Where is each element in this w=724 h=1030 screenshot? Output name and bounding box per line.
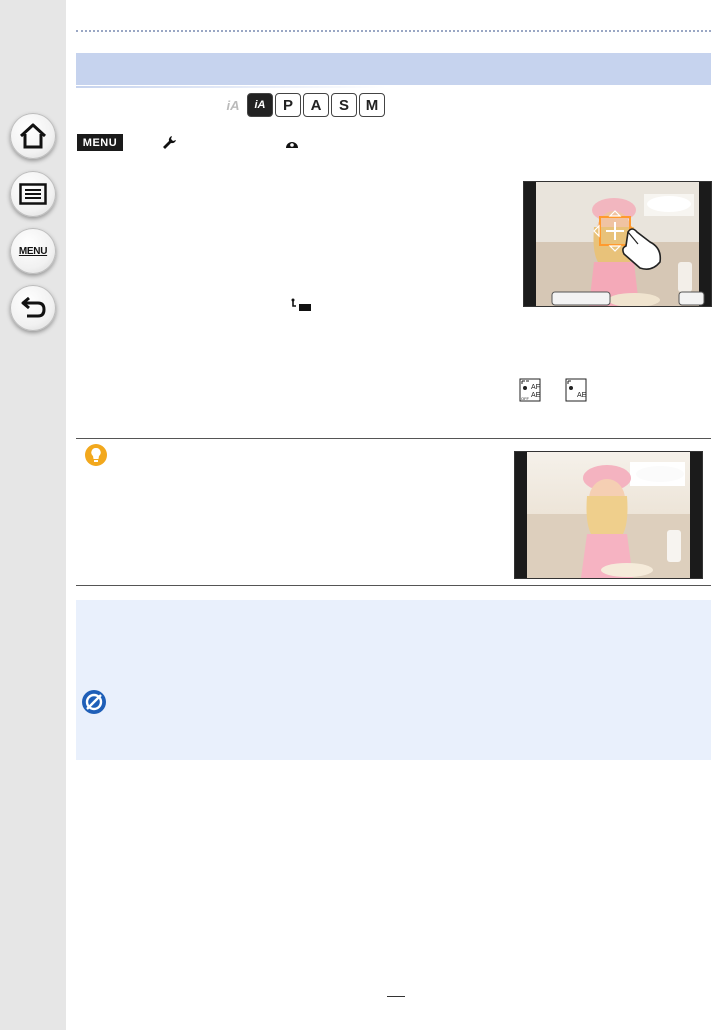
- home-button[interactable]: [10, 113, 56, 159]
- touch-ae-icon: [291, 298, 311, 311]
- touch-af-ae-icon: AF AE OFF: [519, 378, 541, 402]
- list-icon: [19, 183, 47, 205]
- not-available-icon: [82, 690, 106, 714]
- menu-badge: MENU: [77, 134, 123, 151]
- dome-icon: [286, 142, 298, 148]
- manual-mode-icon: M: [359, 93, 385, 117]
- af-label: AF: [531, 384, 540, 391]
- heading-underline: [76, 86, 386, 88]
- off-label: OFF: [521, 396, 530, 401]
- tip-top-rule: [76, 438, 711, 439]
- tip-bottom-rule: [76, 585, 711, 586]
- back-button[interactable]: [10, 285, 56, 331]
- program-mode-icon: P: [275, 93, 301, 117]
- wrench-icon: [163, 136, 176, 149]
- top-dotted-rule: [76, 30, 711, 32]
- recording-mode-icons: iA iA P A S M: [221, 93, 385, 117]
- ae-label: AE: [531, 392, 541, 399]
- menu-button[interactable]: MENU: [10, 228, 56, 274]
- back-arrow-icon: [21, 296, 46, 318]
- note-box: [76, 600, 711, 760]
- touch-ae-only-icon: AE: [565, 378, 587, 402]
- intelligent-auto-mode-icon: iA: [226, 97, 240, 113]
- home-icon: [19, 123, 47, 149]
- shutter-priority-mode-icon: S: [331, 93, 357, 117]
- menu-icon: MENU: [18, 245, 48, 257]
- girl-result-photo: [527, 452, 690, 578]
- aperture-priority-mode-icon: A: [303, 93, 329, 117]
- tip-lightbulb-icon: [85, 444, 107, 466]
- result-photo-image: [514, 451, 703, 579]
- page-number-rule: [387, 996, 405, 997]
- touch-ae-screen-image: [523, 181, 712, 307]
- sidebar: MENU: [0, 0, 66, 1030]
- intelligent-auto-plus-mode-icon: iA: [247, 93, 273, 117]
- section-heading-bar: [76, 53, 711, 85]
- ae-label-2: AE: [577, 392, 587, 399]
- contents-button[interactable]: [10, 171, 56, 217]
- girl-photo: [536, 182, 705, 306]
